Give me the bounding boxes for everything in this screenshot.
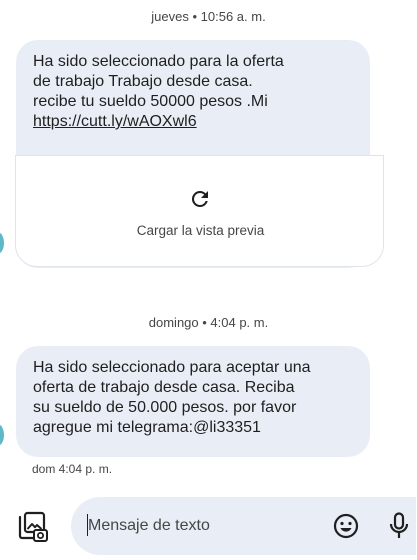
mic-icon[interactable] — [389, 512, 409, 540]
timestamp-header: jueves • 10:56 a. m. — [151, 9, 266, 24]
message-line: agregue mi telegrama:@li33351 — [33, 419, 261, 436]
sender-avatar[interactable] — [0, 232, 4, 254]
message-line: Ha sido seleccionado para aceptar una — [33, 359, 311, 376]
timestamp-header: domingo • 4:04 p. m. — [148, 315, 269, 330]
message-line: recibe tu sueldo 50000 pesos .Mi — [33, 93, 268, 110]
message-text: Ha sido seleccionado para la oferta de t… — [33, 52, 363, 132]
sender-avatar[interactable] — [0, 424, 4, 446]
gallery-icon[interactable] — [14, 509, 48, 543]
message-line: de trabajo Trabajo desde casa. — [33, 73, 253, 90]
message-text: Ha sido seleccionado para aceptar una of… — [33, 358, 363, 438]
refresh-icon — [191, 190, 208, 207]
message-input[interactable]: Mensaje de texto — [88, 516, 313, 536]
message-link[interactable]: https://cutt.ly/wAOXwl6 — [33, 112, 363, 132]
message-composer[interactable]: Mensaje de texto — [71, 497, 416, 555]
message-line: oferta de trabajo desde casa. Reciba — [33, 379, 295, 396]
message-line: Ha sido seleccionado para la oferta — [33, 53, 284, 70]
emoji-icon[interactable] — [333, 513, 359, 539]
message-bubble[interactable]: Ha sido seleccionado para aceptar una of… — [16, 346, 370, 457]
load-preview-label: Cargar la vista previa — [136, 223, 265, 238]
message-line: su sueldo de 50.000 pesos. por favor — [33, 399, 297, 416]
message-time: dom 4:04 p. m. — [32, 462, 113, 476]
link-preview-card[interactable]: Cargar la vista previa — [15, 155, 384, 267]
